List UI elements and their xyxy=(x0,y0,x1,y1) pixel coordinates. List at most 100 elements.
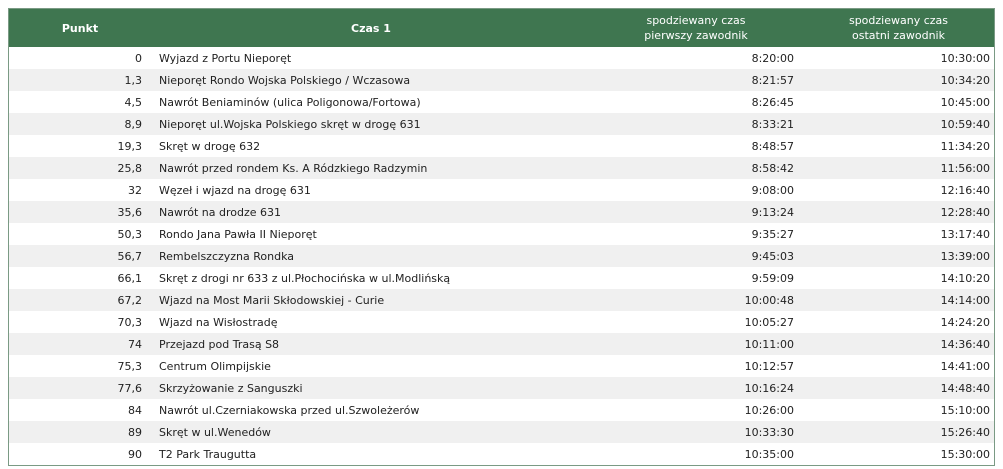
table-row: 50,3 Rondo Jana Pawła II Nieporęt 9:35:27 1… xyxy=(9,223,994,245)
cell-last-time: 15:30:00 xyxy=(801,443,994,465)
cell-last-time: 14:41:00 xyxy=(801,355,994,377)
header-first-line2: pierwszy zawodnik xyxy=(644,29,748,42)
cell-last-time: 11:34:20 xyxy=(801,135,994,157)
cell-punkt: 56,7 xyxy=(9,245,151,267)
cell-first-time: 10:05:27 xyxy=(591,311,801,333)
cell-location: Skręt w ul.Wenedów xyxy=(151,421,591,443)
cell-punkt: 70,3 xyxy=(9,311,151,333)
header-punkt: Punkt xyxy=(9,9,151,47)
cell-last-time: 10:59:40 xyxy=(801,113,994,135)
cell-last-time: 13:39:00 xyxy=(801,245,994,267)
table-row: 56,7 Rembelszczyzna Rondka 9:45:03 13:39:00 xyxy=(9,245,994,267)
cell-first-time: 8:58:42 xyxy=(591,157,801,179)
cell-punkt: 90 xyxy=(9,443,151,465)
cell-punkt: 84 xyxy=(9,399,151,421)
cell-punkt: 35,6 xyxy=(9,201,151,223)
table-header: Punkt Czas 1 spodziewany czas pierwszy z… xyxy=(9,9,994,47)
cell-punkt: 50,3 xyxy=(9,223,151,245)
cell-location: Nawrót ul.Czerniakowska przed ul.Szwoleż… xyxy=(151,399,591,421)
table-row: 19,3 Skręt w drogę 632 8:48:57 11:34:20 xyxy=(9,135,994,157)
cell-location: Skrzyżowanie z Sanguszki xyxy=(151,377,591,399)
table-row: 0 Wyjazd z Portu Nieporęt 8:20:00 10:30:00 xyxy=(9,47,994,69)
cell-location: T2 Park Traugutta xyxy=(151,443,591,465)
cell-last-time: 10:45:00 xyxy=(801,91,994,113)
cell-first-time: 9:45:03 xyxy=(591,245,801,267)
cell-first-time: 10:26:00 xyxy=(591,399,801,421)
table-row: 67,2 Wjazd na Most Marii Skłodowskiej - C… xyxy=(9,289,994,311)
table-row: 8,9 Nieporęt ul.Wojska Polskiego skręt w … xyxy=(9,113,994,135)
table-row: 75,3 Centrum Olimpijskie 10:12:57 14:41:00 xyxy=(9,355,994,377)
cell-first-time: 10:11:00 xyxy=(591,333,801,355)
cell-punkt: 19,3 xyxy=(9,135,151,157)
table-row: 35,6 Nawrót na drodze 631 9:13:24 12:28:40 xyxy=(9,201,994,223)
header-last-rider: spodziewany czas ostatni zawodnik xyxy=(801,9,994,47)
cell-first-time: 10:16:24 xyxy=(591,377,801,399)
table-row: 25,8 Nawrót przed rondem Ks. A Ródzkiego … xyxy=(9,157,994,179)
table-body: 0 Wyjazd z Portu Nieporęt 8:20:00 10:30:00 1… xyxy=(9,47,994,465)
table-row: 90 T2 Park Traugutta 10:35:00 15:30:00 xyxy=(9,443,994,465)
cell-punkt: 1,3 xyxy=(9,69,151,91)
cell-first-time: 8:48:57 xyxy=(591,135,801,157)
cell-punkt: 32 xyxy=(9,179,151,201)
cell-last-time: 14:36:40 xyxy=(801,333,994,355)
cell-punkt: 0 xyxy=(9,47,151,69)
cell-location: Rembelszczyzna Rondka xyxy=(151,245,591,267)
cell-first-time: 10:12:57 xyxy=(591,355,801,377)
table-row: 4,5 Nawrót Beniaminów (ulica Poligonowa/F… xyxy=(9,91,994,113)
cell-location: Nawrót Beniaminów (ulica Poligonowa/Fort… xyxy=(151,91,591,113)
cell-location: Rondo Jana Pawła II Nieporęt xyxy=(151,223,591,245)
cell-punkt: 66,1 xyxy=(9,267,151,289)
cell-first-time: 9:35:27 xyxy=(591,223,801,245)
table-row: 70,3 Wjazd na Wisłostradę 10:05:27 14:24:20 xyxy=(9,311,994,333)
cell-location: Przejazd pod Trasą S8 xyxy=(151,333,591,355)
cell-location: Skręt z drogi nr 633 z ul.Płochocińska w… xyxy=(151,267,591,289)
table-row: 84 Nawrót ul.Czerniakowska przed ul.Szwol… xyxy=(9,399,994,421)
cell-location: Centrum Olimpijskie xyxy=(151,355,591,377)
header-last-line1: spodziewany czas xyxy=(848,14,949,27)
cell-punkt: 67,2 xyxy=(9,289,151,311)
cell-first-time: 8:21:57 xyxy=(591,69,801,91)
table-row: 32 Węzeł i wjazd na drogę 631 9:08:00 12:16… xyxy=(9,179,994,201)
table-row: 1,3 Nieporęt Rondo Wojska Polskiego / Wcz… xyxy=(9,69,994,91)
cell-first-time: 9:08:00 xyxy=(591,179,801,201)
cell-punkt: 74 xyxy=(9,333,151,355)
header-last-line2: ostatni zawodnik xyxy=(852,29,945,42)
cell-punkt: 4,5 xyxy=(9,91,151,113)
table-row: 74 Przejazd pod Trasą S8 10:11:00 14:36:40 xyxy=(9,333,994,355)
cell-first-time: 9:13:24 xyxy=(591,201,801,223)
header-first-line1: spodziewany czas xyxy=(646,14,746,27)
cell-punkt: 8,9 xyxy=(9,113,151,135)
cell-last-time: 14:48:40 xyxy=(801,377,994,399)
table-row: 77,6 Skrzyżowanie z Sanguszki 10:16:24 14:4… xyxy=(9,377,994,399)
cell-first-time: 8:26:45 xyxy=(591,91,801,113)
cell-location: Skręt w drogę 632 xyxy=(151,135,591,157)
cell-location: Nawrót na drodze 631 xyxy=(151,201,591,223)
cell-punkt: 25,8 xyxy=(9,157,151,179)
cell-last-time: 12:16:40 xyxy=(801,179,994,201)
cell-location: Wyjazd z Portu Nieporęt xyxy=(151,47,591,69)
cell-last-time: 11:56:00 xyxy=(801,157,994,179)
cell-punkt: 89 xyxy=(9,421,151,443)
cell-location: Węzeł i wjazd na drogę 631 xyxy=(151,179,591,201)
cell-location: Wjazd na Wisłostradę xyxy=(151,311,591,333)
cell-first-time: 10:33:30 xyxy=(591,421,801,443)
cell-punkt: 77,6 xyxy=(9,377,151,399)
schedule-table-container: Punkt Czas 1 spodziewany czas pierwszy z… xyxy=(8,8,995,466)
header-first-rider: spodziewany czas pierwszy zawodnik xyxy=(591,9,801,47)
cell-last-time: 14:24:20 xyxy=(801,311,994,333)
cell-last-time: 10:34:20 xyxy=(801,69,994,91)
cell-location: Wjazd na Most Marii Skłodowskiej - Curie xyxy=(151,289,591,311)
cell-first-time: 8:20:00 xyxy=(591,47,801,69)
cell-first-time: 10:35:00 xyxy=(591,443,801,465)
cell-location: Nieporęt ul.Wojska Polskiego skręt w dro… xyxy=(151,113,591,135)
cell-first-time: 10:00:48 xyxy=(591,289,801,311)
table-row: 66,1 Skręt z drogi nr 633 z ul.Płochocińs… xyxy=(9,267,994,289)
cell-punkt: 75,3 xyxy=(9,355,151,377)
cell-first-time: 8:33:21 xyxy=(591,113,801,135)
cell-last-time: 15:10:00 xyxy=(801,399,994,421)
cell-last-time: 14:10:20 xyxy=(801,267,994,289)
header-czas: Czas 1 xyxy=(151,9,591,47)
cell-last-time: 10:30:00 xyxy=(801,47,994,69)
cell-last-time: 14:14:00 xyxy=(801,289,994,311)
cell-location: Nawrót przed rondem Ks. A Ródzkiego Radz… xyxy=(151,157,591,179)
